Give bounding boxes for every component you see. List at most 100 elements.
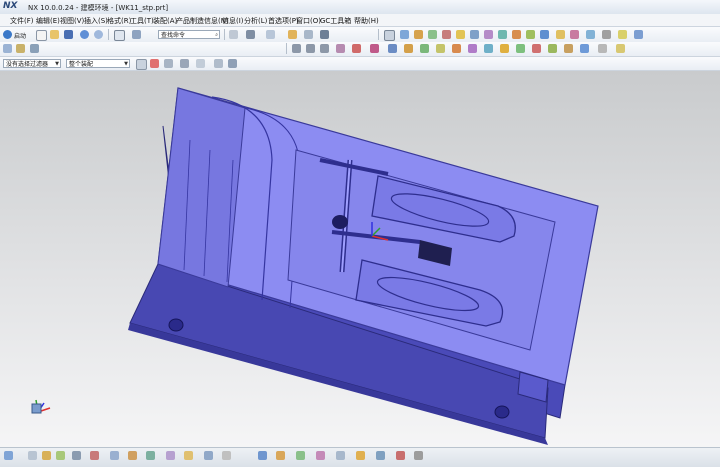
show-hidden-icon[interactable] [214, 59, 223, 68]
menu-gc-toolkit[interactable]: GC工具箱 [320, 16, 351, 26]
edge-blend-icon[interactable] [456, 30, 465, 39]
ruled-icon[interactable] [436, 44, 445, 53]
menu-file[interactable]: 文件(F) [10, 16, 34, 26]
layer-icon[interactable] [288, 30, 297, 39]
swept-icon[interactable] [404, 44, 413, 53]
studio-icon[interactable] [376, 451, 385, 460]
pull-face-icon[interactable] [616, 44, 625, 53]
line-icon[interactable] [292, 44, 301, 53]
deselect-icon[interactable] [150, 59, 159, 68]
orient-view-icon[interactable] [266, 30, 275, 39]
undo-icon[interactable] [80, 30, 89, 39]
point-on-curve-icon[interactable] [166, 451, 175, 460]
replace-face-icon[interactable] [532, 44, 541, 53]
pole-icon[interactable] [222, 451, 231, 460]
component-icon[interactable] [16, 44, 25, 53]
bounded-plane-icon[interactable] [420, 44, 429, 53]
snap-point-icon[interactable] [164, 59, 173, 68]
window-icon[interactable] [114, 30, 125, 41]
menu-window[interactable]: 窗口(O) [296, 16, 321, 26]
menu-assemblies[interactable]: 装配(A) [153, 16, 177, 26]
point-on-face-icon[interactable] [184, 451, 193, 460]
zoom-icon[interactable] [296, 451, 305, 460]
start-icon[interactable] [3, 30, 12, 39]
rotate-view-icon[interactable] [258, 451, 267, 460]
menu-format[interactable]: 格式(R) [107, 16, 131, 26]
background-icon[interactable] [320, 30, 329, 39]
pan-icon[interactable] [276, 451, 285, 460]
text-icon[interactable] [414, 451, 423, 460]
sew-icon[interactable] [586, 30, 595, 39]
layer-settings-icon[interactable] [30, 44, 39, 53]
revolve-icon[interactable] [414, 30, 423, 39]
shell-icon[interactable] [484, 30, 493, 39]
menu-view[interactable]: 视图(V) [60, 16, 84, 26]
datum-plane-icon[interactable] [634, 30, 643, 39]
menu-information[interactable]: 信息(I) [222, 16, 244, 26]
command-finder-input[interactable]: 查找命令 ⌕ [158, 30, 220, 39]
shaded-icon[interactable] [356, 451, 365, 460]
intersection-point-icon[interactable] [90, 451, 99, 460]
menu-tools[interactable]: 工具(T) [130, 16, 154, 26]
selection-scope-select[interactable]: 整个装配 ▼ [66, 59, 130, 68]
render-style-icon[interactable] [246, 30, 255, 39]
start-button[interactable]: 启动 [14, 31, 26, 40]
chamfer-icon[interactable] [470, 30, 479, 39]
arc-center-icon[interactable] [110, 451, 119, 460]
boolean-icon[interactable] [442, 30, 451, 39]
curve-icon[interactable] [336, 44, 345, 53]
new-file-icon[interactable] [36, 30, 47, 41]
endpoint-icon[interactable] [42, 451, 51, 460]
point-icon[interactable] [618, 30, 627, 39]
pattern-icon[interactable] [512, 30, 521, 39]
touch-mode-icon[interactable] [132, 30, 141, 39]
graphics-viewport[interactable] [0, 71, 720, 456]
save-icon[interactable] [64, 30, 73, 39]
filter-settings-icon[interactable] [228, 59, 237, 68]
offset-region-icon[interactable] [580, 44, 589, 53]
existing-point-icon[interactable] [146, 451, 155, 460]
redo-icon[interactable] [94, 30, 103, 39]
menu-insert[interactable]: 插入(S) [84, 16, 108, 26]
menu-edit[interactable]: 编辑(E) [36, 16, 60, 26]
show-hide-icon[interactable] [304, 30, 313, 39]
through-curves-icon[interactable] [388, 44, 397, 53]
selection-icon[interactable] [4, 451, 13, 460]
synchronous-icon[interactable] [598, 44, 607, 53]
bounded-grid-icon[interactable] [204, 451, 213, 460]
menu-analysis[interactable]: 分析(L) [244, 16, 267, 26]
intersection-curve-icon[interactable] [352, 44, 361, 53]
sketch-icon[interactable] [384, 30, 395, 41]
midpoint-icon[interactable] [56, 451, 65, 460]
menu-preferences[interactable]: 首选项(P) [268, 16, 299, 26]
section-view-icon[interactable] [316, 451, 325, 460]
mirror-icon[interactable] [526, 30, 535, 39]
draft-icon[interactable] [498, 30, 507, 39]
project-curve-icon[interactable] [370, 44, 379, 53]
face-blend-icon[interactable] [468, 44, 477, 53]
type-filter-select[interactable]: 没有选择过滤器 ▼ [3, 59, 61, 68]
quadrant-icon[interactable] [128, 451, 137, 460]
true-shading-icon[interactable] [396, 451, 405, 460]
patch-icon[interactable] [500, 44, 509, 53]
thicken-icon[interactable] [484, 44, 493, 53]
extrude-icon[interactable] [400, 30, 409, 39]
curve-rule-icon[interactable] [180, 59, 189, 68]
trim-body-icon[interactable] [556, 30, 565, 39]
fit-view-icon[interactable] [229, 30, 238, 39]
offset-face-icon[interactable] [540, 30, 549, 39]
resize-blend-icon[interactable] [564, 44, 573, 53]
spline-icon[interactable] [320, 44, 329, 53]
split-body-icon[interactable] [570, 30, 579, 39]
snap-icon[interactable] [28, 451, 37, 460]
select-all-icon[interactable] [136, 59, 147, 70]
move-face-icon[interactable] [548, 44, 557, 53]
menu-help[interactable]: 帮助(H) [354, 16, 379, 26]
delete-face-icon[interactable] [516, 44, 525, 53]
extension-icon[interactable] [452, 44, 461, 53]
hole-icon[interactable] [428, 30, 437, 39]
open-folder-icon[interactable] [50, 30, 59, 39]
wireframe-icon[interactable] [336, 451, 345, 460]
arc-icon[interactable] [306, 44, 315, 53]
control-point-icon[interactable] [72, 451, 81, 460]
